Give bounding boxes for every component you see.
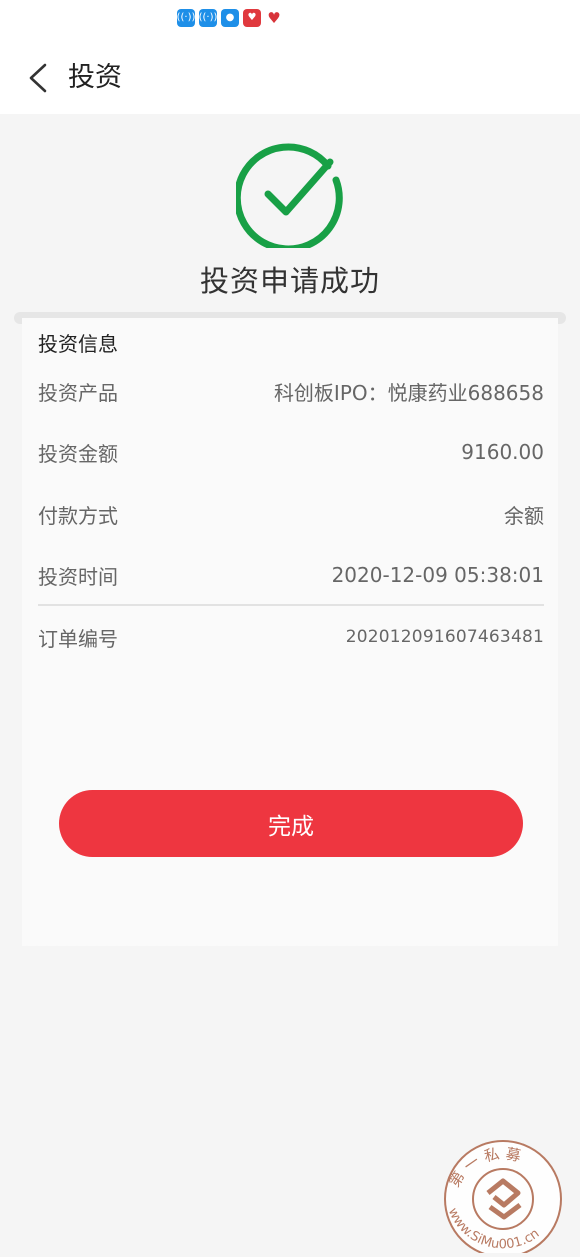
- info-row-amount: 投资金额 9160.00: [38, 436, 544, 468]
- info-label: 订单编号: [38, 626, 118, 651]
- section-title: 投资信息: [38, 332, 118, 356]
- status-bar: ((·)) ((·)) ● ♥ ♥: [0, 0, 580, 42]
- info-label: 投资产品: [38, 380, 118, 405]
- wifi-signal-icon: ((·)): [177, 9, 195, 27]
- info-value: 科创板IPO：悦康药业688658: [273, 380, 544, 405]
- page-title: 投资: [68, 62, 122, 93]
- info-row-order: 订单编号 202012091607463481: [38, 621, 544, 653]
- info-row-payment: 付款方式 余额: [38, 498, 544, 530]
- watermark-seal: 第 一 私 募 www.SiMu001.cn: [444, 1140, 562, 1253]
- heart-app-icon: ♥: [243, 9, 261, 27]
- status-icons: ((·)) ((·)) ● ♥ ♥: [177, 9, 283, 27]
- info-row-product: 投资产品 科创板IPO：悦康药业688658: [38, 375, 544, 407]
- nav-bar: 投资: [0, 42, 580, 114]
- info-value: 9160.00: [461, 440, 544, 464]
- wifi-signal-icon: ((·)): [199, 9, 217, 27]
- divider: [38, 604, 544, 606]
- back-button[interactable]: [22, 62, 54, 94]
- info-label: 投资时间: [38, 564, 118, 589]
- info-value: 余额: [504, 503, 544, 528]
- order-number: 202012091607463481: [345, 627, 544, 647]
- heart-app-icon: ♥: [265, 9, 283, 27]
- investment-info-card: 投资信息 投资产品 科创板IPO：悦康药业688658 投资金额 9160.00…: [22, 318, 558, 946]
- check-circle-icon: [236, 143, 343, 248]
- done-button[interactable]: 完成: [59, 790, 523, 857]
- info-label: 付款方式: [38, 503, 118, 528]
- info-value: 2020-12-09 05:38:01: [331, 563, 544, 587]
- chevron-left-icon: [29, 63, 47, 93]
- bulb-icon: ●: [221, 9, 239, 27]
- info-label: 投资金额: [38, 441, 118, 466]
- success-title: 投资申请成功: [199, 264, 380, 298]
- info-row-time: 投资时间 2020-12-09 05:38:01: [38, 559, 544, 591]
- card-scallop-edge: [22, 940, 558, 950]
